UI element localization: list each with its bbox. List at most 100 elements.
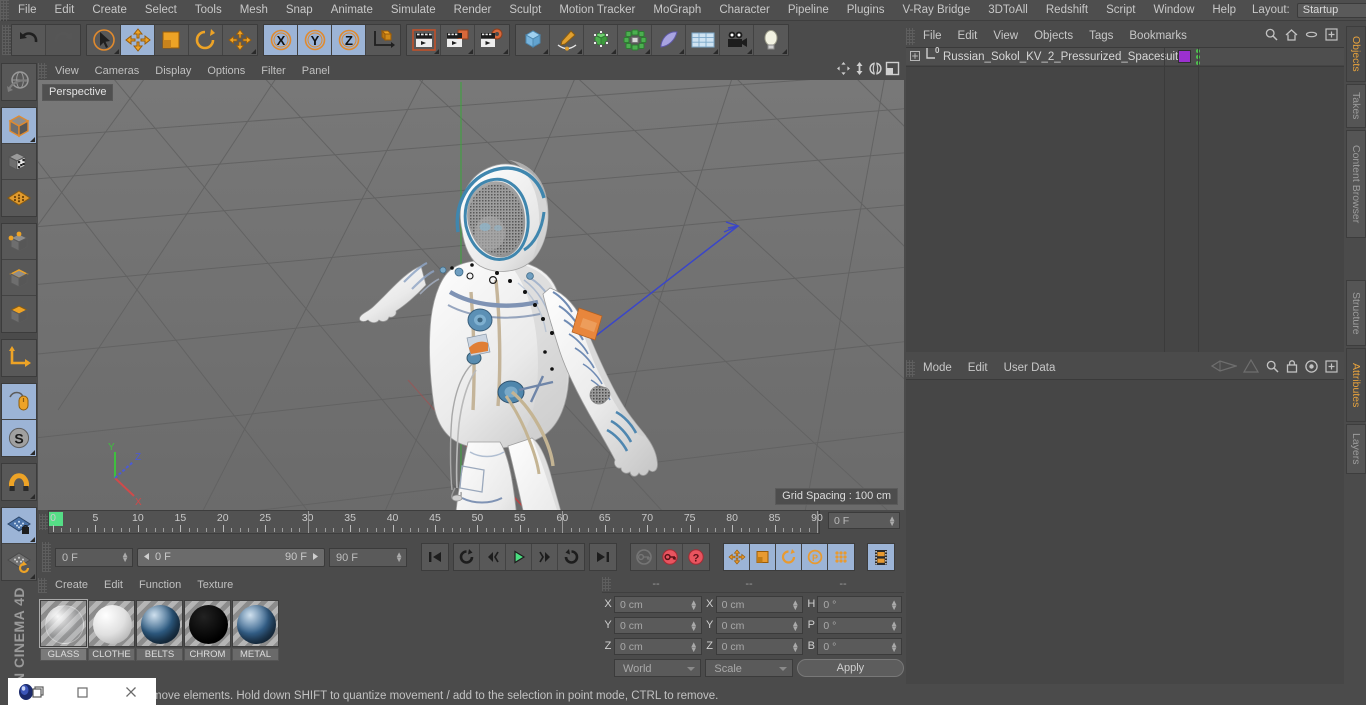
menu-edit[interactable]: Edit xyxy=(46,0,84,21)
spinner-icon[interactable]: ▲ ▼ xyxy=(121,550,129,563)
spinner-icon[interactable]: ▲ ▼ xyxy=(791,619,799,632)
go-to-start-button[interactable] xyxy=(422,544,448,570)
menu-character[interactable]: Character xyxy=(710,0,779,21)
live-selection-button[interactable] xyxy=(87,25,121,55)
expand-icon[interactable] xyxy=(910,48,920,66)
plus-box-icon[interactable] xyxy=(1324,27,1339,47)
material-tag-icon[interactable] xyxy=(1178,50,1192,63)
render-view-button[interactable] xyxy=(407,25,441,55)
object-tree[interactable]: 0 Russian_Sokol_KV_2_Pressurized_Spacesu… xyxy=(906,46,1344,352)
spinner-icon[interactable]: ▲ ▼ xyxy=(690,640,698,653)
spinner-icon[interactable]: ▲ ▼ xyxy=(890,598,898,611)
menu-create[interactable]: Create xyxy=(83,0,136,21)
transport-grip[interactable] xyxy=(42,542,51,572)
material-menu-texture[interactable]: Texture xyxy=(189,576,241,594)
toolbar-grip[interactable] xyxy=(2,25,11,55)
deformer-button[interactable] xyxy=(652,25,686,55)
menu-animate[interactable]: Animate xyxy=(322,0,382,21)
viewport-menu-cameras[interactable]: Cameras xyxy=(87,62,148,80)
timeline-ruler[interactable]: 051015202530354045505560657075808590 xyxy=(48,510,823,534)
material-item[interactable]: CHROM xyxy=(184,600,231,661)
range-left-arrow-icon[interactable] xyxy=(142,548,151,566)
viewport-menu-view[interactable]: View xyxy=(47,62,87,80)
dock-tab-takes[interactable]: Takes xyxy=(1346,84,1366,128)
keyframe-selection-button[interactable]: ? xyxy=(683,544,709,570)
object-menu-view[interactable]: View xyxy=(985,26,1026,47)
menu-redshift[interactable]: Redshift xyxy=(1037,0,1097,21)
search-icon[interactable] xyxy=(1265,359,1280,379)
dock-tab-attributes[interactable]: Attributes xyxy=(1346,348,1366,422)
rotation-field-b[interactable]: 0 ° ▲ ▼ xyxy=(817,637,902,655)
eye-icon[interactable] xyxy=(1304,27,1319,47)
undo-view-button[interactable] xyxy=(2,64,36,100)
menu-file[interactable]: File xyxy=(9,0,46,21)
next-frame-button[interactable] xyxy=(532,544,558,570)
material-thumbnail[interactable] xyxy=(136,600,183,647)
workplane-button[interactable] xyxy=(2,180,36,216)
camera-button[interactable] xyxy=(720,25,754,55)
menu-pipeline[interactable]: Pipeline xyxy=(779,0,838,21)
cube-primitive-button[interactable] xyxy=(516,25,550,55)
autokeying-button[interactable] xyxy=(657,544,683,570)
axis-modify-button[interactable] xyxy=(2,340,36,376)
history-back-icon[interactable] xyxy=(1210,359,1239,378)
viewport-menu-panel[interactable]: Panel xyxy=(294,62,338,80)
world-object-coordinates-button[interactable] xyxy=(366,25,400,55)
material-item[interactable]: METAL xyxy=(232,600,279,661)
dock-tab-structure[interactable]: Structure xyxy=(1346,280,1366,346)
menu-mesh[interactable]: Mesh xyxy=(231,0,277,21)
dock-tab-objects[interactable]: Objects xyxy=(1346,26,1366,82)
move-alt-button[interactable] xyxy=(223,25,257,55)
restore-icon[interactable] xyxy=(8,683,57,701)
attribute-menu-edit[interactable]: Edit xyxy=(960,358,996,379)
scene-floor-button[interactable] xyxy=(686,25,720,55)
attribute-menu-user-data[interactable]: User Data xyxy=(996,358,1064,379)
material-thumbnail[interactable] xyxy=(88,600,135,647)
scale-tool-button[interactable] xyxy=(155,25,189,55)
light-button[interactable] xyxy=(754,25,788,55)
size-field-y[interactable]: 0 cm ▲ ▼ xyxy=(715,616,804,634)
texture-mode-button[interactable] xyxy=(2,144,36,180)
spinner-icon[interactable]: ▲ ▼ xyxy=(890,640,898,653)
material-thumbnail[interactable] xyxy=(39,599,88,648)
viewport-solo-button[interactable] xyxy=(2,384,36,420)
snap-magnet-button[interactable] xyxy=(2,464,36,500)
viewport-grip[interactable] xyxy=(38,63,47,79)
move-tool-button[interactable] xyxy=(121,25,155,55)
object-menu-tags[interactable]: Tags xyxy=(1081,26,1121,47)
attribute-menu-mode[interactable]: Mode xyxy=(915,358,960,379)
spinner-icon[interactable]: ▲ ▼ xyxy=(888,515,896,528)
coordinate-space-dropdown[interactable]: World xyxy=(614,659,702,677)
redo-button[interactable] xyxy=(46,25,80,55)
material-thumbnail[interactable] xyxy=(184,600,231,647)
array-modeling-button[interactable] xyxy=(618,25,652,55)
lock-y-axis-button[interactable]: Y xyxy=(298,25,332,55)
menu-render[interactable]: Render xyxy=(445,0,501,21)
menu-motion-tracker[interactable]: Motion Tracker xyxy=(550,0,644,21)
rotation-field-h[interactable]: 0 ° ▲ ▼ xyxy=(817,595,902,613)
viewport-3d[interactable]: Y X Z Perspective Grid Spacing : 100 cm xyxy=(38,80,904,510)
coordinate-grip[interactable] xyxy=(602,577,611,591)
render-picture-viewer-button[interactable] xyxy=(441,25,475,55)
menu-window[interactable]: Window xyxy=(1144,0,1203,21)
minimize-icon[interactable] xyxy=(57,683,106,701)
rotation-field-p[interactable]: 0 ° ▲ ▼ xyxy=(817,616,902,634)
viewport-menu-filter[interactable]: Filter xyxy=(253,62,293,80)
menu-script[interactable]: Script xyxy=(1097,0,1144,21)
soft-selection-button[interactable]: S xyxy=(2,420,36,456)
scale-key-toggle[interactable] xyxy=(750,544,776,570)
position-field-x[interactable]: 0 cm ▲ ▼ xyxy=(614,595,702,613)
record-key-button[interactable] xyxy=(631,544,657,570)
object-menu-file[interactable]: File xyxy=(915,26,950,47)
material-menu-edit[interactable]: Edit xyxy=(96,576,131,594)
spinner-icon[interactable]: ▲ ▼ xyxy=(890,619,898,632)
dock-tab-content-browser[interactable]: Content Browser xyxy=(1346,130,1366,238)
plus-box-icon[interactable] xyxy=(1324,359,1339,379)
menu-select[interactable]: Select xyxy=(136,0,186,21)
layout-select[interactable]: Startup xyxy=(1296,2,1366,18)
viewport-menu-options[interactable]: Options xyxy=(199,62,253,80)
spinner-icon[interactable]: ▲ ▼ xyxy=(395,550,403,563)
loop-button[interactable] xyxy=(558,544,584,570)
menu-snap[interactable]: Snap xyxy=(277,0,322,21)
undo-button[interactable] xyxy=(12,25,46,55)
